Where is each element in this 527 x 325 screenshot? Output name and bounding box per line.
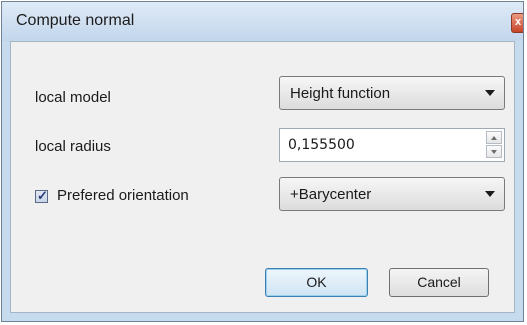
local-radius-spinbox[interactable]: 0,155500 (279, 128, 505, 162)
dialog-content: local model Height function local radius… (10, 41, 515, 313)
checkmark-icon: ✓ (37, 188, 48, 203)
orientation-value: +Barycenter (290, 186, 372, 203)
title-bar[interactable]: Compute normal x (2, 2, 523, 41)
prefered-orientation-checkbox[interactable]: ✓ (35, 188, 48, 203)
prefered-orientation-label: Prefered orientation (57, 187, 189, 204)
local-radius-value: 0,155500 (288, 137, 355, 153)
dialog-title: Compute normal (16, 12, 135, 29)
local-model-select[interactable]: Height function (279, 76, 505, 110)
local-model-label: local model (35, 89, 111, 106)
ok-button[interactable]: OK (265, 268, 368, 297)
orientation-select[interactable]: +Barycenter (279, 177, 505, 211)
chevron-down-icon (485, 191, 495, 197)
spin-up-icon[interactable] (486, 131, 502, 144)
close-icon: x (515, 16, 522, 28)
spin-buttons (486, 131, 502, 159)
cancel-button[interactable]: Cancel (389, 268, 489, 297)
compute-normal-dialog: Compute normal x local model Height func… (1, 1, 524, 322)
local-model-value: Height function (290, 85, 391, 102)
close-button[interactable]: x (511, 13, 523, 33)
local-radius-label: local radius (35, 138, 111, 155)
chevron-down-icon (485, 90, 495, 96)
spin-down-icon[interactable] (486, 145, 502, 158)
